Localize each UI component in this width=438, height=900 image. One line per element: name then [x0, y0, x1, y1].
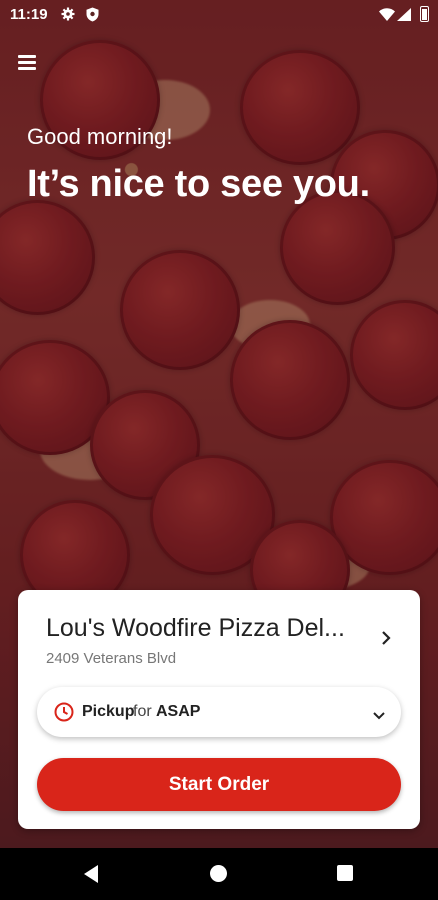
navigation-bar — [0, 848, 438, 900]
order-time-label: ASAP — [156, 703, 201, 720]
app-screen: 11:19 Good morning! It’s nice to see you… — [0, 0, 438, 900]
start-order-button[interactable]: Start Order — [37, 758, 401, 811]
battery-icon — [420, 6, 429, 22]
home-icon[interactable] — [210, 865, 227, 882]
settings-icon — [61, 7, 75, 26]
back-icon[interactable] — [82, 864, 100, 889]
chevron-right-icon[interactable] — [378, 630, 394, 646]
recents-icon[interactable] — [337, 865, 353, 881]
order-card: Lou's Woodfire Pizza Del... 2409 Veteran… — [18, 590, 420, 829]
order-mode-selector[interactable]: Pickup for ASAP — [37, 687, 401, 737]
status-time: 11:19 — [10, 6, 48, 23]
store-address: 2409 Veterans Blvd — [46, 650, 177, 667]
wifi-icon — [379, 8, 395, 26]
shield-icon — [86, 7, 99, 27]
clock-icon — [54, 702, 74, 727]
store-name[interactable]: Lou's Woodfire Pizza Del... — [46, 614, 345, 643]
order-mode-for: for — [133, 703, 152, 720]
greeting-text: Good morning! — [27, 124, 173, 149]
welcome-headline: It’s nice to see you. — [27, 163, 370, 205]
status-bar: 11:19 — [0, 0, 438, 30]
signal-icon — [397, 8, 411, 26]
chevron-down-icon — [373, 707, 385, 725]
order-mode-label: Pickup — [82, 703, 135, 720]
menu-icon[interactable] — [16, 52, 40, 72]
